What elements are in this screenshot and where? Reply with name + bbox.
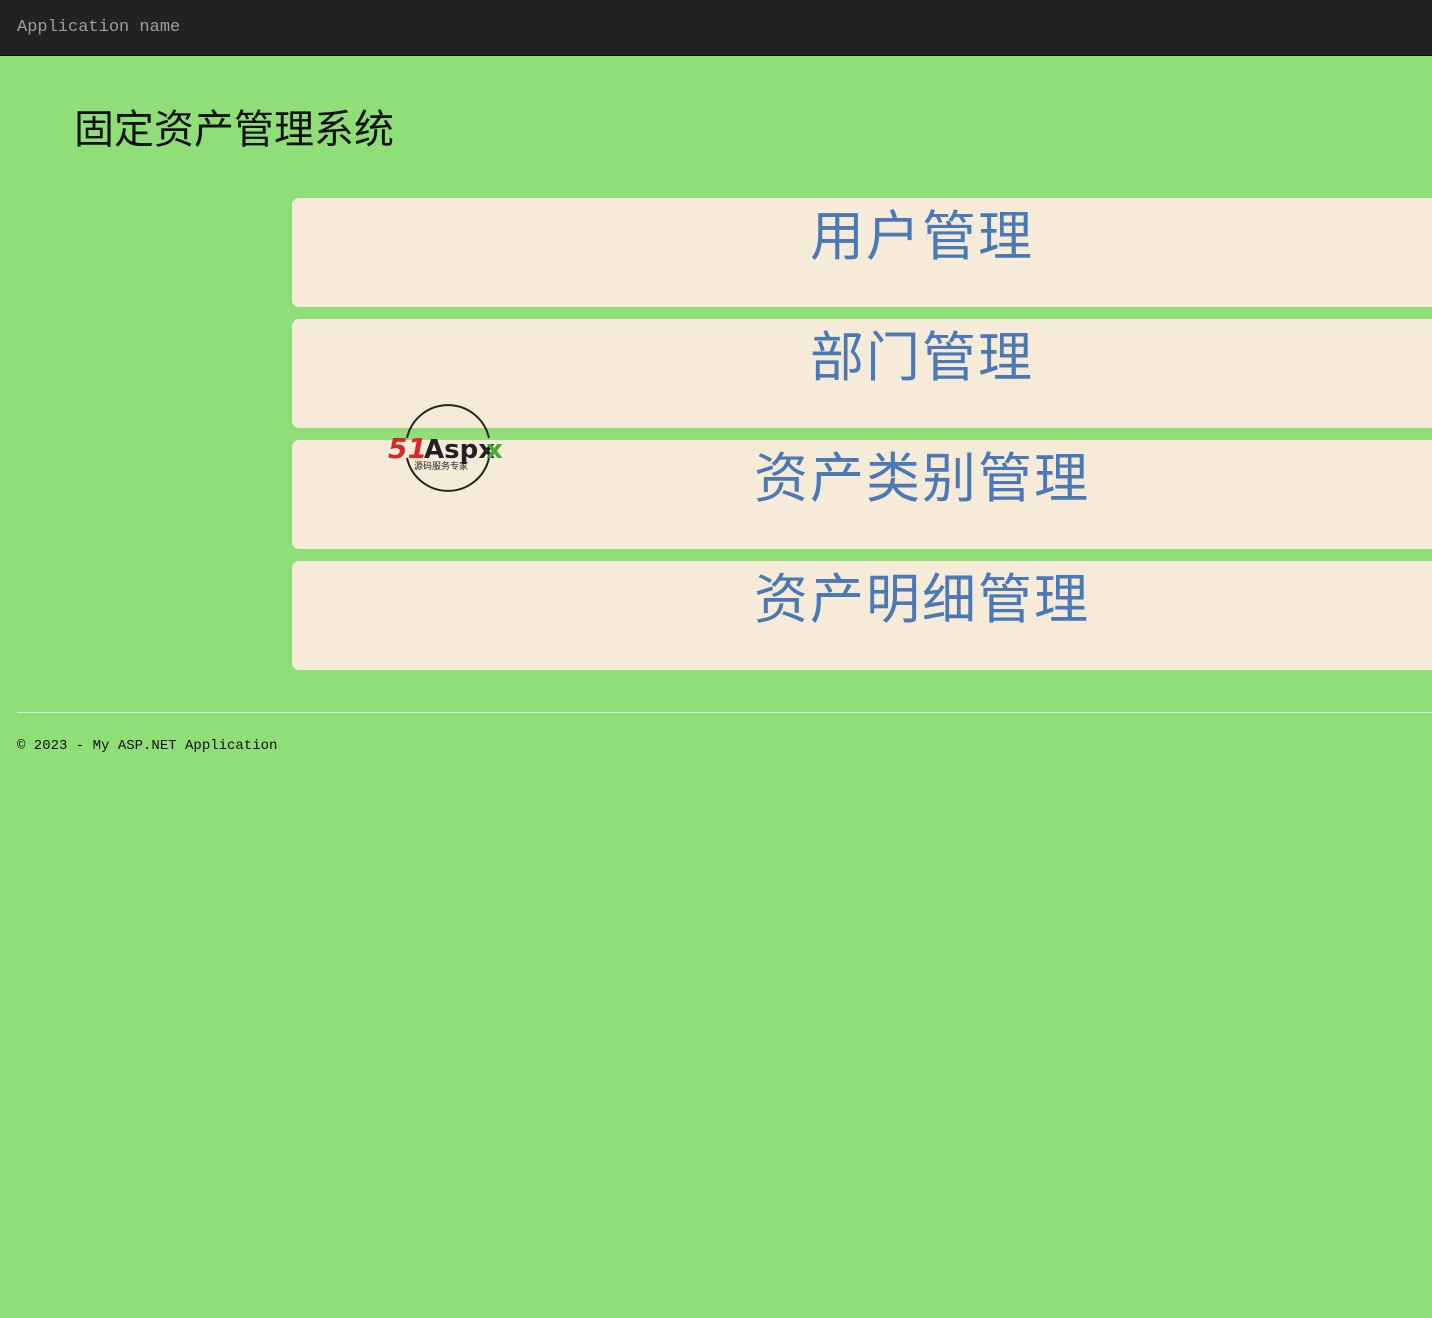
footer-divider	[17, 712, 1432, 713]
svg-text:源码服务专家: 源码服务专家	[414, 460, 468, 472]
user-management-label: 用户管理	[810, 205, 1034, 268]
app-name-link[interactable]: Application name	[17, 18, 180, 38]
department-management-label: 部门管理	[810, 326, 1034, 389]
footer-copyright: © 2023 - My ASP.NET Application	[17, 738, 278, 754]
asset-detail-management-link[interactable]: 资产明细管理	[292, 561, 1432, 670]
svg-text:51: 51	[388, 432, 427, 465]
user-management-link[interactable]: 用户管理	[292, 198, 1432, 307]
asset-detail-management-label: 资产明细管理	[754, 568, 1090, 631]
top-navbar: Application name	[0, 0, 1432, 56]
51aspx-logo: 51 Aspx x 源码服务专家	[388, 404, 503, 492]
page-title: 固定资产管理系统	[74, 107, 394, 153]
